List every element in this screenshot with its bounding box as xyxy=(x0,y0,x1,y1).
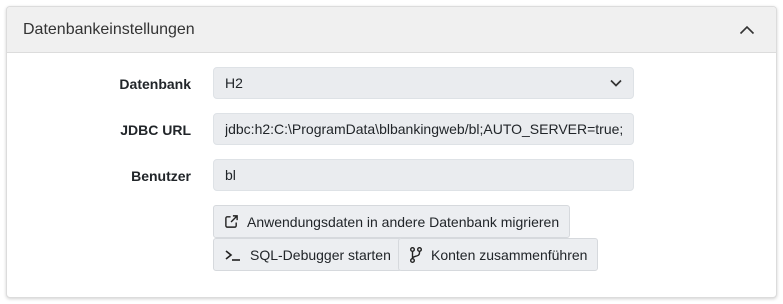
user-field[interactable]: bl xyxy=(213,159,634,191)
sql-debugger-button[interactable]: SQL-Debugger starten xyxy=(213,238,402,271)
jdbc-url-label: JDBC URL xyxy=(120,122,191,138)
migrate-data-button[interactable]: Anwendungsdaten in andere Datenbank migr… xyxy=(213,205,571,238)
user-value: bl xyxy=(225,167,236,183)
migrate-data-label: Anwendungsdaten in andere Datenbank migr… xyxy=(247,213,560,230)
panel-title: Datenbankeinstellungen xyxy=(23,20,195,38)
merge-accounts-label: Konten zusammenführen xyxy=(431,246,588,263)
panel-header[interactable]: Datenbankeinstellungen xyxy=(7,7,776,53)
sql-debugger-label: SQL-Debugger starten xyxy=(250,246,391,263)
jdbc-url-field[interactable]: jdbc:h2:C:\ProgramData\blbankingweb/bl;A… xyxy=(213,113,634,145)
database-select-value: H2 xyxy=(225,75,243,91)
user-row: Benutzer bl xyxy=(7,159,776,193)
database-label: Datenbank xyxy=(119,76,191,92)
collapse-button[interactable] xyxy=(734,17,760,43)
chevron-up-icon xyxy=(739,25,755,34)
jdbc-url-row: JDBC URL jdbc:h2:C:\ProgramData\blbankin… xyxy=(7,113,776,147)
database-settings-panel: Datenbankeinstellungen Datenbank H2 JDBC… xyxy=(6,6,777,298)
terminal-icon xyxy=(225,249,240,261)
user-label: Benutzer xyxy=(131,168,191,184)
merge-accounts-button[interactable]: Konten zusammenführen xyxy=(398,238,599,271)
database-select[interactable]: H2 xyxy=(213,67,634,99)
chevron-down-icon xyxy=(610,79,622,87)
branch-icon xyxy=(410,246,422,263)
jdbc-url-value: jdbc:h2:C:\ProgramData\blbankingweb/bl;A… xyxy=(225,121,622,137)
external-link-icon xyxy=(225,215,238,228)
database-row: Datenbank H2 xyxy=(7,67,776,101)
